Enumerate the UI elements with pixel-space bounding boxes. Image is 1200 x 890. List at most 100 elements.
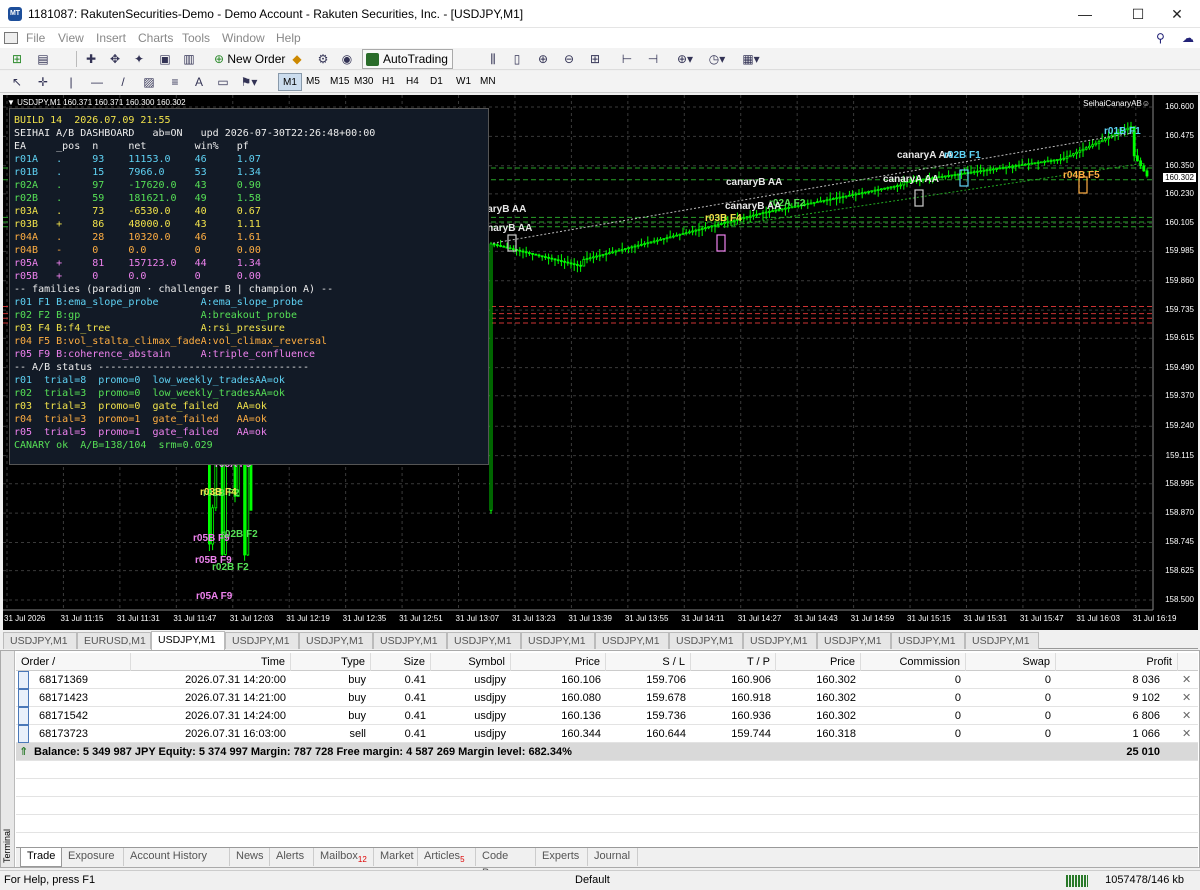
price-chart[interactable]: ▼ USDJPY,M1 160.371 160.371 160.300 160.… bbox=[3, 95, 1198, 630]
new-order-button[interactable]: ⊕ New Order bbox=[210, 50, 289, 68]
terminal-tab-exposure[interactable]: Exposure bbox=[62, 848, 124, 866]
tile-windows-icon[interactable]: ⊞ bbox=[586, 50, 604, 68]
terminal-tab-account-history[interactable]: Account History bbox=[124, 848, 230, 866]
trendline-icon[interactable]: / bbox=[114, 73, 132, 91]
signals-icon[interactable]: ⚙ bbox=[314, 50, 332, 68]
terminal-tab-mailbox[interactable]: Mailbox12 bbox=[314, 848, 374, 866]
navigator-icon[interactable]: ✦ bbox=[130, 50, 148, 68]
timeframe-m5[interactable]: M5 bbox=[302, 73, 324, 91]
timeframe-mn[interactable]: MN bbox=[476, 73, 500, 91]
terminal-tab-market[interactable]: Market bbox=[374, 848, 418, 866]
zoom-in-icon[interactable]: ⊕ bbox=[534, 50, 552, 68]
traffic-status[interactable]: 1057478/146 kb bbox=[1105, 874, 1184, 886]
indicators-icon[interactable]: ⊕▾ bbox=[676, 50, 694, 68]
new-chart-icon[interactable]: ⊞ bbox=[8, 50, 26, 68]
table-row[interactable]: 68171369 2026.07.31 14:20:00 buy 0.41 usdjpy… bbox=[16, 671, 1198, 689]
menu-insert[interactable]: Insert bbox=[90, 28, 132, 48]
terminal-tab-trade[interactable]: Trade bbox=[20, 848, 62, 867]
column-header-t-p[interactable]: T / P bbox=[691, 653, 776, 671]
column-header-time[interactable]: Time bbox=[131, 653, 291, 671]
timeframe-d1[interactable]: D1 bbox=[426, 73, 447, 91]
profile-name[interactable]: Default bbox=[575, 874, 610, 886]
timeframe-h4[interactable]: H4 bbox=[402, 73, 423, 91]
zoom-out-icon[interactable]: ⊖ bbox=[560, 50, 578, 68]
chart-tab-usdjpy-m1-7[interactable]: USDJPY,M1 bbox=[521, 632, 595, 649]
equidistant-channel-icon[interactable]: ▨ bbox=[140, 73, 158, 91]
autoscroll-icon[interactable]: ⊣ bbox=[644, 50, 662, 68]
close-position-icon[interactable]: ✕ bbox=[1182, 689, 1192, 707]
column-header-size[interactable]: Size bbox=[371, 653, 431, 671]
fibonacci-icon[interactable]: ≡ bbox=[166, 73, 184, 91]
timeframe-w1[interactable]: W1 bbox=[452, 73, 475, 91]
document-icon[interactable] bbox=[4, 32, 18, 44]
arrows-icon[interactable]: ⚑▾ bbox=[240, 73, 258, 91]
table-row[interactable]: 68171423 2026.07.31 14:21:00 buy 0.41 usdjpy… bbox=[16, 689, 1198, 707]
close-button[interactable]: ✕ bbox=[1154, 0, 1200, 28]
chart-tab-usdjpy-m1-8[interactable]: USDJPY,M1 bbox=[595, 632, 669, 649]
chart-tab-usdjpy-m1-9[interactable]: USDJPY,M1 bbox=[669, 632, 743, 649]
column-header-commission[interactable]: Commission bbox=[861, 653, 966, 671]
chart-tab-usdjpy-m1-13[interactable]: USDJPY,M1 bbox=[965, 632, 1039, 649]
crosshair-icon[interactable]: ✛ bbox=[34, 73, 52, 91]
timeframe-m30[interactable]: M30 bbox=[350, 73, 377, 91]
chart-shift-icon[interactable]: ⊢ bbox=[618, 50, 636, 68]
column-header-profit[interactable]: Profit bbox=[1056, 653, 1178, 671]
menu-window[interactable]: Window bbox=[216, 28, 271, 48]
close-position-icon[interactable]: ✕ bbox=[1182, 707, 1192, 725]
periods-icon[interactable]: ◷▾ bbox=[708, 50, 726, 68]
profiles-icon[interactable]: ▤ bbox=[34, 50, 52, 68]
text-label-icon[interactable]: ▭ bbox=[214, 73, 232, 91]
terminal-icon[interactable]: ▣ bbox=[156, 50, 174, 68]
search-icon[interactable]: ⚲ bbox=[1150, 28, 1171, 48]
terminal-tab-alerts[interactable]: Alerts bbox=[270, 848, 314, 866]
terminal-tab-news[interactable]: News bbox=[230, 848, 270, 866]
terminal-tab-code-base[interactable]: Code Base bbox=[476, 848, 536, 879]
close-position-icon[interactable]: ✕ bbox=[1182, 725, 1192, 743]
strategy-tester-icon[interactable]: ▥ bbox=[180, 50, 198, 68]
column-header-order[interactable]: Order / bbox=[16, 653, 131, 671]
minimize-button[interactable]: — bbox=[1062, 0, 1108, 28]
autotrading-button[interactable]: AutoTrading bbox=[362, 49, 453, 69]
timeframe-h1[interactable]: H1 bbox=[378, 73, 399, 91]
chart-tab-usdjpy-m1-12[interactable]: USDJPY,M1 bbox=[891, 632, 965, 649]
candlestick-icon[interactable]: ▯ bbox=[508, 50, 526, 68]
column-header-price[interactable]: Price bbox=[511, 653, 606, 671]
horizontal-line-icon[interactable]: — bbox=[88, 73, 106, 91]
column-header-s-l[interactable]: S / L bbox=[606, 653, 691, 671]
chart-tab-usdjpy-m1-10[interactable]: USDJPY,M1 bbox=[743, 632, 817, 649]
chart-tab-usdjpy-m1-2[interactable]: USDJPY,M1 bbox=[151, 631, 225, 650]
column-header-swap[interactable]: Swap bbox=[966, 653, 1056, 671]
column-header-type[interactable]: Type bbox=[291, 653, 371, 671]
menu-help[interactable]: Help bbox=[270, 28, 307, 48]
chart-tab-usdjpy-m1-11[interactable]: USDJPY,M1 bbox=[817, 632, 891, 649]
menu-charts[interactable]: Charts bbox=[132, 28, 179, 48]
cursor-icon[interactable]: ↖ bbox=[8, 73, 26, 91]
menu-file[interactable]: File bbox=[20, 28, 51, 48]
close-position-icon[interactable]: ✕ bbox=[1182, 671, 1192, 689]
menu-view[interactable]: View bbox=[52, 28, 90, 48]
radio-icon[interactable]: ◉ bbox=[338, 50, 356, 68]
menu-tools[interactable]: Tools bbox=[176, 28, 216, 48]
data-window-icon[interactable]: ✥ bbox=[106, 50, 124, 68]
bar-chart-icon[interactable]: ⫼ bbox=[484, 50, 502, 68]
terminal-tab-experts[interactable]: Experts bbox=[536, 848, 588, 866]
market-watch-icon[interactable]: ✚ bbox=[82, 50, 100, 68]
chart-tab-usdjpy-m1-0[interactable]: USDJPY,M1 bbox=[3, 632, 77, 649]
community-icon[interactable]: ☁ bbox=[1176, 28, 1200, 48]
column-header-price[interactable]: Price bbox=[776, 653, 861, 671]
chart-tab-usdjpy-m1-4[interactable]: USDJPY,M1 bbox=[299, 632, 373, 649]
chart-tab-usdjpy-m1-5[interactable]: USDJPY,M1 bbox=[373, 632, 447, 649]
chart-tab-usdjpy-m1-6[interactable]: USDJPY,M1 bbox=[447, 632, 521, 649]
timeframe-m1[interactable]: M1 bbox=[278, 73, 302, 91]
chart-tab-usdjpy-m1-3[interactable]: USDJPY,M1 bbox=[225, 632, 299, 649]
metaeditor-icon[interactable]: ◆ bbox=[288, 50, 306, 68]
terminal-tab-articles[interactable]: Articles5 bbox=[418, 848, 476, 866]
templates-icon[interactable]: ▦▾ bbox=[742, 50, 760, 68]
table-row[interactable]: 68171542 2026.07.31 14:24:00 buy 0.41 usdjpy… bbox=[16, 707, 1198, 725]
terminal-tab-journal[interactable]: Journal bbox=[588, 848, 638, 866]
column-header-symbol[interactable]: Symbol bbox=[431, 653, 511, 671]
table-row[interactable]: 68173723 2026.07.31 16:03:00 sell 0.41 usdjp… bbox=[16, 725, 1198, 743]
vertical-line-icon[interactable]: | bbox=[62, 73, 80, 91]
chart-tab-eurusd-m1-1[interactable]: EURUSD,M1 bbox=[77, 632, 151, 649]
text-icon[interactable]: A bbox=[190, 73, 208, 91]
